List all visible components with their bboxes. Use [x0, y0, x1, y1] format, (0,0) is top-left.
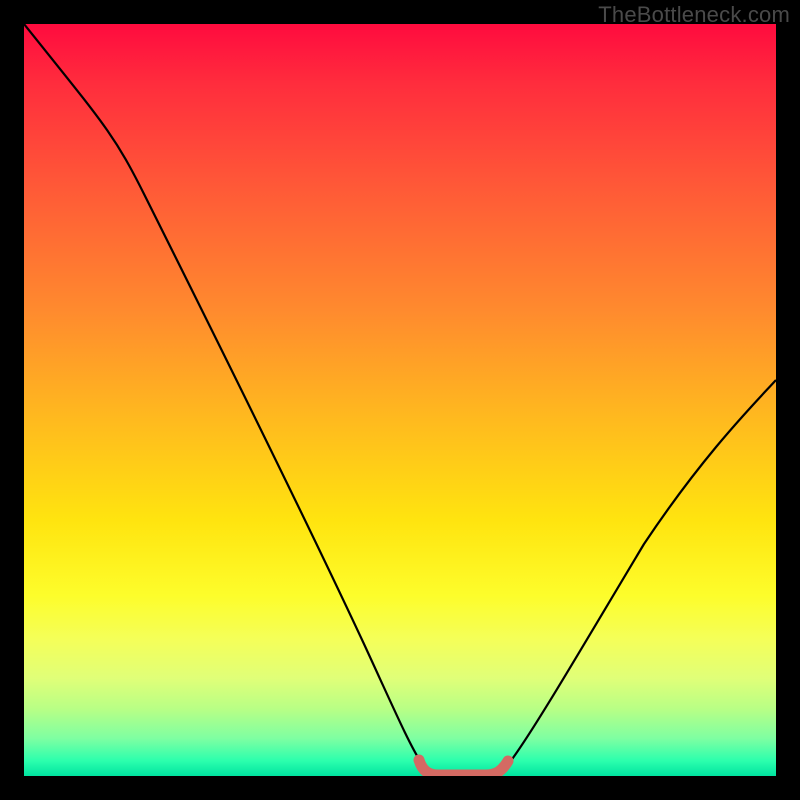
- chart-plot-area: [24, 24, 776, 776]
- curve-path: [24, 24, 776, 774]
- chart-frame: TheBottleneck.com: [0, 0, 800, 800]
- optimal-range-marker: [419, 760, 508, 775]
- bottleneck-curve: [24, 24, 776, 776]
